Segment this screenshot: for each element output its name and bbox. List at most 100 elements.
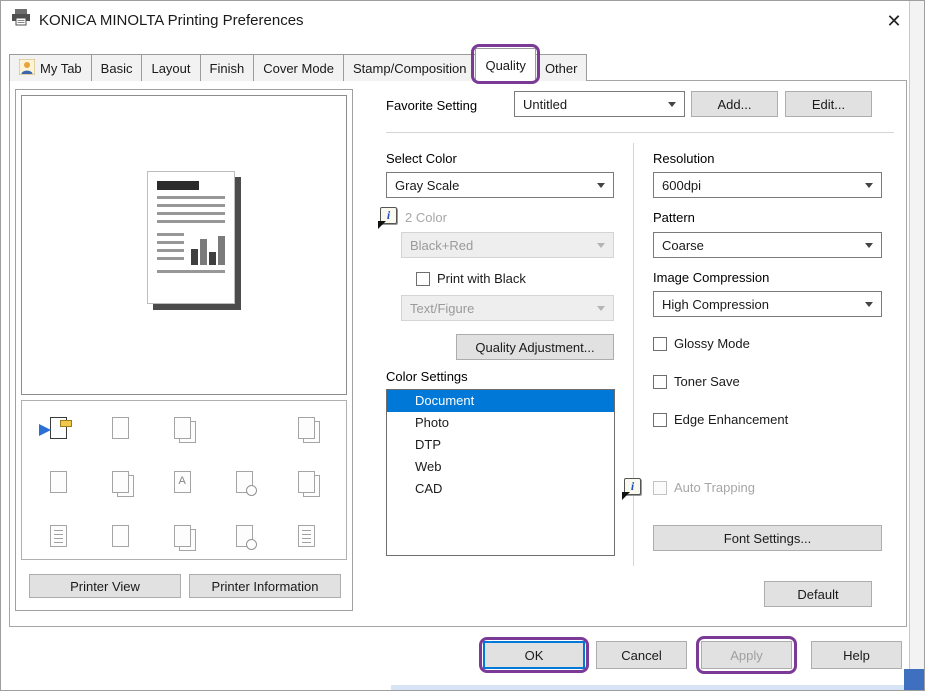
color-settings-item-dtp[interactable]: DTP [387,434,614,456]
toner-save-checkbox[interactable]: Toner Save [653,374,740,389]
select-color-select[interactable]: Gray Scale [386,172,614,198]
tab-other[interactable]: Other [535,54,588,81]
chevron-down-icon [668,102,676,107]
checkbox-box [653,481,667,495]
add-favorite-button[interactable]: Add... [691,91,778,117]
printer-feature-icon [27,405,89,451]
two-color-label: 2 Color [405,210,447,225]
chevron-down-icon [597,306,605,311]
apply-button: Apply [701,641,792,669]
checkbox-label: Print with Black [437,271,526,286]
preview-text-line [157,204,225,207]
color-settings-item-web[interactable]: Web [387,456,614,478]
printer-feature-icon [89,405,151,451]
tab-label: My Tab [40,61,82,76]
desktop-edge [391,685,909,691]
resolution-select[interactable]: 600dpi [653,172,882,198]
printer-feature-icon-empty [213,405,275,451]
document-preview-thumbnail [147,171,235,304]
tab-quality[interactable]: Quality [475,48,535,81]
tab-cover-mode[interactable]: Cover Mode [253,54,344,81]
printer-feature-icon [151,405,213,451]
color-settings-listbox: Document Photo DTP Web CAD [386,389,615,556]
favorite-setting-select[interactable]: Untitled [514,91,685,117]
checkbox-label: Edge Enhancement [674,412,788,427]
resolution-label: Resolution [653,151,714,166]
two-color-info-icon[interactable]: i [380,207,397,224]
color-settings-item-cad[interactable]: CAD [387,478,614,500]
tab-label: Cover Mode [263,61,334,76]
preview-text-line [157,270,225,273]
printer-feature-icon [27,513,89,559]
image-compression-label: Image Compression [653,270,769,285]
tab-layout[interactable]: Layout [141,54,200,81]
checkbox-box [653,375,667,389]
quality-adjustment-button[interactable]: Quality Adjustment... [456,334,614,360]
printer-view-button[interactable]: Printer View [29,574,181,598]
color-settings-item-photo[interactable]: Photo [387,412,614,434]
tab-basic[interactable]: Basic [91,54,143,81]
preview-text-column [157,228,184,265]
close-button[interactable]: ✕ [882,9,906,33]
pattern-label: Pattern [653,210,695,225]
tab-finish[interactable]: Finish [200,54,255,81]
chevron-down-icon [865,183,873,188]
tab-my-tab[interactable]: My Tab [9,54,92,81]
button-label: Printer View [70,579,140,594]
button-label: Printer Information [212,579,319,594]
print-with-black-checkbox[interactable]: Print with Black [416,271,526,286]
chevron-down-icon [865,243,873,248]
cancel-button[interactable]: Cancel [596,641,687,669]
edge-enhancement-checkbox[interactable]: Edge Enhancement [653,412,788,427]
printer-feature-icons [27,405,339,559]
button-label: Edit... [812,97,845,112]
button-label: Default [797,587,838,602]
preview-text-line [157,212,225,215]
checkbox-box [416,272,430,286]
printer-icon [11,9,31,31]
pattern-select[interactable]: Coarse [653,232,882,258]
checkbox-label: Glossy Mode [674,336,750,351]
glossy-mode-checkbox[interactable]: Glossy Mode [653,336,750,351]
default-button[interactable]: Default [764,581,872,607]
button-label: Add... [718,97,752,112]
printer-feature-icon [213,459,275,505]
printer-feature-icon [213,513,275,559]
printer-information-button[interactable]: Printer Information [189,574,341,598]
combo-value: Gray Scale [395,178,459,193]
tab-label: Basic [101,61,133,76]
button-label: Apply [730,648,763,663]
text-figure-select: Text/Figure [401,295,614,321]
font-settings-button[interactable]: Font Settings... [653,525,882,551]
tab-label: Other [545,61,578,76]
chevron-down-icon [865,302,873,307]
divider [633,143,634,566]
button-label: Help [843,648,870,663]
button-label: Quality Adjustment... [475,340,594,355]
auto-trapping-checkbox: Auto Trapping [653,480,755,495]
help-button[interactable]: Help [811,641,902,669]
my-tab-icon [19,59,35,78]
preview-bar-chart [191,235,225,265]
combo-value: Black+Red [410,238,473,253]
button-label: OK [525,648,544,663]
checkbox-box [653,337,667,351]
tab-stamp-composition[interactable]: Stamp/Composition [343,54,476,81]
tab-label: Finish [210,61,245,76]
printer-feature-icon [89,513,151,559]
printer-feature-icon [89,459,151,505]
combo-value: Coarse [662,238,704,253]
edit-favorite-button[interactable]: Edit... [785,91,872,117]
image-compression-select[interactable]: High Compression [653,291,882,317]
combo-value: Text/Figure [410,301,474,316]
color-settings-label: Color Settings [386,369,468,384]
window-edge [909,1,925,691]
printer-feature-icon [275,459,337,505]
color-settings-item-document[interactable]: Document [387,390,614,412]
auto-trapping-info-icon[interactable]: i [624,478,641,495]
preview-chart [157,228,225,265]
ok-button[interactable]: OK [483,641,585,669]
combo-value: High Compression [662,297,769,312]
printer-feature-icon [27,459,89,505]
combo-value: Untitled [523,97,567,112]
